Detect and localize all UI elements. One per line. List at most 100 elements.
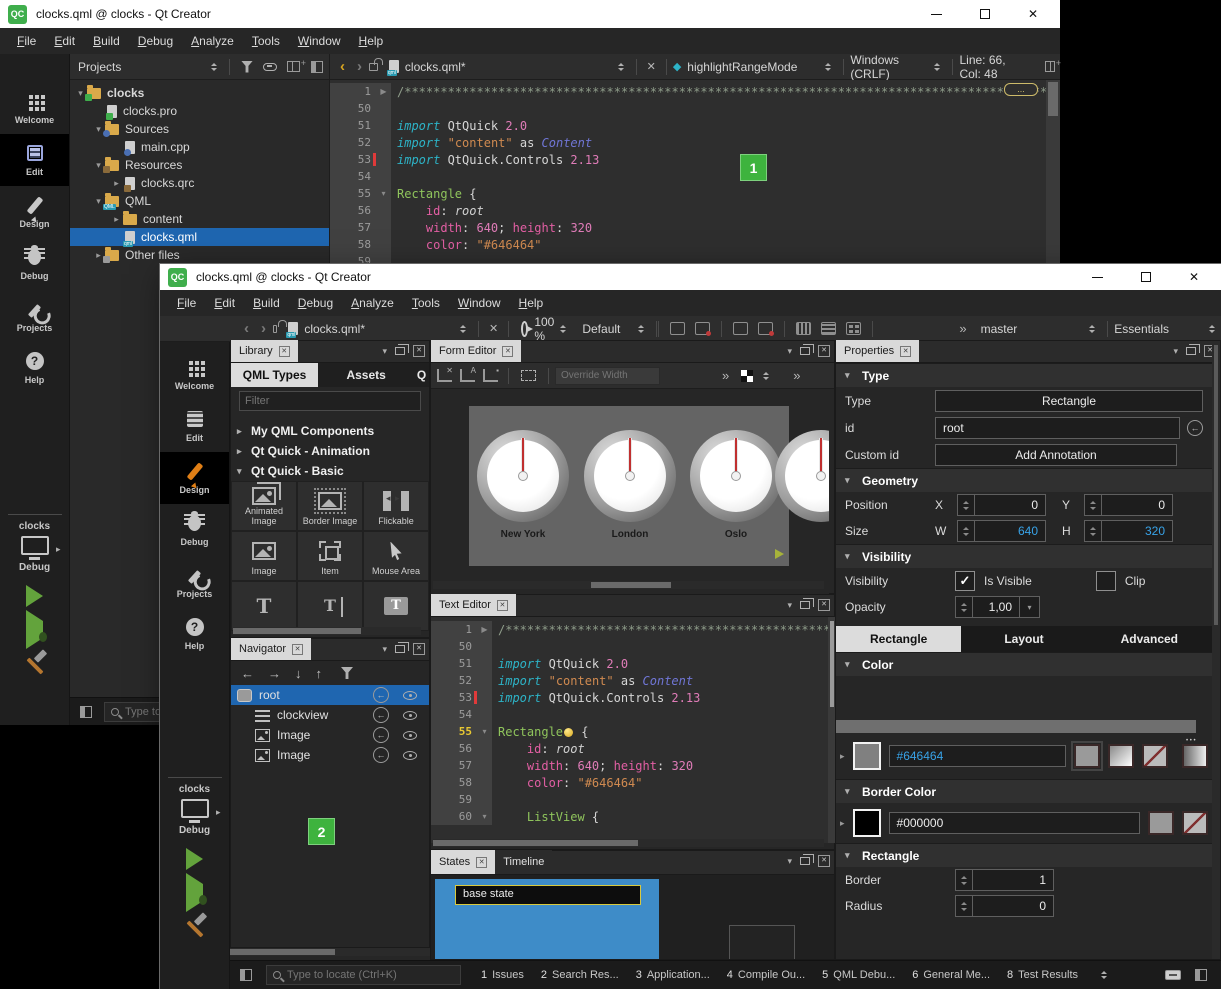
rectangle-section-header[interactable]: ▾Rectangle xyxy=(836,843,1212,867)
build-button[interactable] xyxy=(184,916,206,938)
project-tree-item[interactable]: ▾Resources xyxy=(70,156,329,174)
menu-edit[interactable]: Edit xyxy=(205,292,244,314)
opacity-dropdown-icon[interactable]: ▾ xyxy=(1020,596,1040,618)
snapping-icon[interactable] xyxy=(695,322,710,335)
close-button[interactable]: ✕ xyxy=(1189,271,1199,283)
fg-code-editor[interactable]: 1▶/*************************************… xyxy=(431,617,836,843)
x-spinner[interactable] xyxy=(957,494,974,516)
menu-edit[interactable]: Edit xyxy=(45,30,84,52)
panel-menu-icon[interactable]: ▾ xyxy=(787,856,792,867)
background-color-icon[interactable] xyxy=(741,370,753,382)
close-document-icon[interactable]: ✕ xyxy=(489,322,498,335)
navigator-filter-icon[interactable] xyxy=(341,667,353,679)
project-tree-item[interactable]: clocks.qml xyxy=(70,228,329,246)
sidebar-toggle-icon[interactable] xyxy=(80,706,92,718)
export-icon[interactable]: ← xyxy=(373,687,389,703)
symbol-combo[interactable]: highlightRangeMode xyxy=(687,60,797,74)
zoom-dropdown-icon[interactable] xyxy=(560,325,566,333)
border-transparent-button[interactable] xyxy=(1182,811,1208,835)
border-color-swatch[interactable] xyxy=(853,809,881,837)
anchor-baseline-icon[interactable] xyxy=(460,369,475,382)
properties-tab-layout[interactable]: Layout xyxy=(961,626,1086,652)
gradient-picker-button[interactable] xyxy=(1182,744,1208,768)
overflow-chevron-icon[interactable]: » xyxy=(959,322,966,335)
menu-help[interactable]: Help xyxy=(510,292,553,314)
menu-debug[interactable]: Debug xyxy=(129,30,182,52)
id-export-icon[interactable]: ← xyxy=(1187,420,1203,436)
states-tab[interactable]: States✕ xyxy=(431,850,495,874)
open-document-name[interactable]: clocks.qml* xyxy=(304,322,365,336)
eye-icon[interactable] xyxy=(403,751,417,760)
build-button[interactable] xyxy=(24,653,46,675)
form-editor-canvas[interactable]: New YorkLondonOslo xyxy=(431,389,829,595)
document-dropdown-icon[interactable] xyxy=(618,63,624,71)
project-tree-item[interactable]: ▾Sources xyxy=(70,120,329,138)
debug-run-button[interactable] xyxy=(186,884,203,902)
color-swatch[interactable] xyxy=(853,742,881,770)
projects-combo[interactable]: Projects xyxy=(70,60,205,74)
mode-projects[interactable]: Projects xyxy=(160,556,229,608)
fold-marker-icon[interactable]: ▾ xyxy=(376,185,391,202)
float-panel-icon[interactable] xyxy=(800,347,810,355)
mode-design[interactable]: Design xyxy=(0,186,69,238)
close-panel-icon[interactable]: ✕ xyxy=(413,345,425,357)
close-pane-icon[interactable] xyxy=(311,61,323,73)
library-item-animated-image[interactable]: Animated Image xyxy=(231,481,297,531)
navigator-item[interactable]: Image← xyxy=(231,745,429,765)
move-right-icon[interactable]: → xyxy=(268,666,281,681)
export-icon[interactable]: ← xyxy=(373,727,389,743)
menu-tools[interactable]: Tools xyxy=(403,292,449,314)
sidebar-toggle-icon[interactable] xyxy=(240,969,252,981)
lightbulb-icon[interactable] xyxy=(564,728,573,737)
output-pane-general-me-[interactable]: 6General Me... xyxy=(912,969,990,981)
border-solid-color-button[interactable] xyxy=(1148,811,1174,835)
navigator-item[interactable]: root← xyxy=(231,685,429,705)
export-icon[interactable]: ← xyxy=(373,707,389,723)
properties-tab[interactable]: Properties✕ xyxy=(836,340,919,362)
move-up-icon[interactable]: ↑ xyxy=(316,666,323,681)
menu-analyze[interactable]: Analyze xyxy=(182,30,243,52)
float-panel-icon[interactable] xyxy=(800,857,810,865)
project-tree-item[interactable]: main.cpp xyxy=(70,138,329,156)
border-input[interactable]: 1 xyxy=(972,869,1054,891)
background-dropdown-icon[interactable] xyxy=(763,372,769,380)
close-icon[interactable]: ✕ xyxy=(497,600,508,611)
export-icon[interactable]: ← xyxy=(373,747,389,763)
go-forward-icon[interactable]: › xyxy=(261,320,266,337)
library-item-flickable[interactable]: Flickable xyxy=(363,481,429,531)
float-panel-icon[interactable] xyxy=(800,601,810,609)
panel-menu-icon[interactable]: ▾ xyxy=(787,600,792,611)
perspective-dropdown-icon[interactable] xyxy=(1209,325,1215,333)
layout-row-icon[interactable] xyxy=(796,322,811,335)
close-icon[interactable]: ✕ xyxy=(900,346,911,357)
library-section[interactable]: ▸My QML Components xyxy=(231,421,429,441)
border-color-hex-input[interactable]: #000000 xyxy=(889,812,1140,834)
eye-icon[interactable] xyxy=(403,711,417,720)
close-document-icon[interactable]: ✕ xyxy=(647,60,656,73)
type-value-field[interactable]: Rectangle xyxy=(935,390,1203,412)
close-panel-icon[interactable]: ✕ xyxy=(818,345,830,357)
close-panel-icon[interactable]: ✕ xyxy=(413,643,425,655)
menu-build[interactable]: Build xyxy=(244,292,289,314)
navigator-tab[interactable]: Navigator✕ xyxy=(231,638,311,660)
mode-help[interactable]: Help xyxy=(0,342,69,394)
project-tree-item[interactable]: ▾clocks xyxy=(70,84,329,102)
opacity-input[interactable]: 1,00 xyxy=(972,596,1020,618)
open-document-name[interactable]: clocks.qml* xyxy=(405,60,466,74)
minimize-button[interactable] xyxy=(931,14,942,15)
color-expand-icon[interactable]: ▸ xyxy=(840,751,845,762)
menu-help[interactable]: Help xyxy=(350,30,393,52)
menu-tools[interactable]: Tools xyxy=(243,30,289,52)
mode-welcome[interactable]: Welcome xyxy=(0,82,69,134)
anchor-fill-icon[interactable] xyxy=(483,369,498,382)
base-state-label[interactable]: base state xyxy=(455,885,641,905)
fold-marker-icon[interactable]: ▾ xyxy=(477,808,492,825)
border-spinner[interactable] xyxy=(955,869,972,891)
properties-tab-rectangle[interactable]: Rectangle xyxy=(836,626,961,652)
output-pane-search-res-[interactable]: 2Search Res... xyxy=(541,969,619,981)
library-item-image[interactable]: Image xyxy=(231,531,297,581)
panes-dropdown-icon[interactable] xyxy=(1101,971,1107,979)
library-section[interactable]: ▸Qt Quick - Animation xyxy=(231,441,429,461)
overflow-chevron-icon[interactable]: » xyxy=(722,369,729,382)
minimize-button[interactable] xyxy=(1092,277,1103,278)
